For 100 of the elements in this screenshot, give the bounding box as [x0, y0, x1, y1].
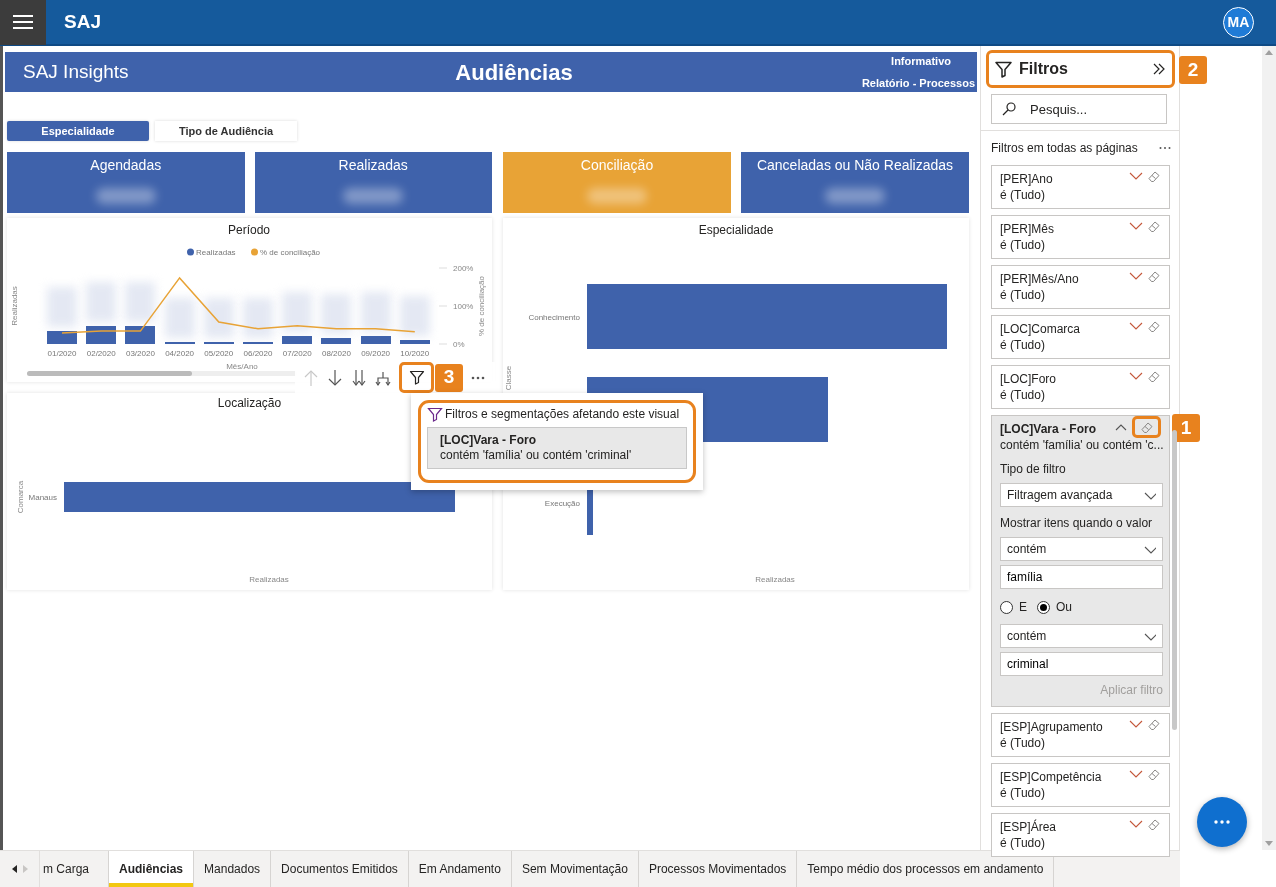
legend-item[interactable]: Realizadas	[187, 248, 236, 257]
filter-title: [ESP]Competência	[1000, 769, 1103, 785]
filter-title: [ESP]Agrupamento	[1000, 719, 1104, 735]
report-link[interactable]: Relatório - Processos	[861, 75, 975, 92]
axis-label: 09/2020	[361, 349, 391, 358]
dropdown[interactable]: contém	[1000, 624, 1163, 648]
filter-card[interactable]: [LOC]Foro é (Tudo)	[991, 365, 1170, 409]
filter-card[interactable]: [LOC]Vara - Foro contém 'família' ou contém 'c... Tipo de filtro Filtragem avançada Mostrar itens quando o valor contém família E Ou contém criminal Aplicar filtro	[991, 415, 1170, 707]
axis-title: Realizadas	[755, 575, 795, 584]
collapse-pane-button[interactable]	[1152, 62, 1166, 76]
legend-item[interactable]: % de conciliação	[251, 248, 321, 257]
kpi-label: Realizadas	[338, 156, 408, 175]
axis-label: Execução	[544, 498, 580, 508]
chart-title: Especialidade	[698, 223, 774, 237]
axis-label: Conhecimento	[528, 312, 580, 322]
filter-title: [LOC]Vara - Foro	[1000, 421, 1097, 437]
filter-card[interactable]: [ESP]Competência é (Tudo)	[991, 763, 1170, 807]
search-icon	[1002, 102, 1016, 116]
dropdown-value: Filtragem avançada	[1007, 487, 1113, 503]
filter-summary: contém 'família' ou contém 'criminal'	[440, 448, 633, 463]
axis-label: 05/2020	[204, 349, 234, 358]
axis-label: 06/2020	[243, 349, 273, 358]
page-tab[interactable]: Audiências	[109, 851, 195, 887]
pane-title: Filtros	[1019, 59, 1068, 79]
axis-label: 0%	[453, 340, 465, 349]
filter-summary: é (Tudo)	[1000, 387, 1046, 403]
axis-label: 02/2020	[86, 349, 116, 358]
axis-title: Comarca	[16, 480, 25, 514]
filter-title: [PER]Mês	[1000, 221, 1055, 237]
kpi-label: Conciliação	[580, 156, 654, 175]
menu-button[interactable]	[0, 0, 46, 45]
filter-card[interactable]: [ESP]Agrupamento é (Tudo)	[991, 713, 1170, 757]
axis-label: 10/2020	[400, 349, 430, 358]
input-field[interactable]: família	[1000, 565, 1163, 589]
more-options-icon[interactable]	[1159, 146, 1171, 150]
filter-summary: é (Tudo)	[1000, 337, 1046, 353]
filter-summary: é (Tudo)	[1000, 735, 1046, 751]
radio-button[interactable]	[1037, 600, 1050, 614]
field-label: Mostrar itens quando o valor	[1000, 515, 1154, 531]
filter-card[interactable]: [LOC]Vara - Foro contém 'família' ou contém 'criminal'	[427, 427, 687, 469]
filter-title: [LOC]Foro	[1000, 371, 1057, 387]
expand-all-icon[interactable]	[351, 368, 367, 387]
section-label: Filtros em todas as páginas	[991, 140, 1138, 157]
user-avatar[interactable]: MA	[1223, 6, 1254, 38]
scrollbar[interactable]	[1172, 430, 1177, 730]
radio-button[interactable]	[1000, 600, 1013, 614]
axis-label: 03/2020	[125, 349, 155, 358]
scrollbar[interactable]	[1262, 46, 1276, 850]
filter-title: [ESP]Área	[1000, 819, 1058, 835]
previous-page-icon[interactable]	[11, 865, 17, 873]
filter-title: [PER]Mês/Ano	[1000, 271, 1080, 287]
dropdown[interactable]: Filtragem avançada	[1000, 483, 1163, 507]
kpi-label: Canceladas ou Não Realizadas	[756, 156, 954, 175]
filter-summary: é (Tudo)	[1000, 785, 1046, 801]
search-field[interactable]: Pesquis...	[991, 94, 1167, 124]
filter-card[interactable]: [PER]Ano é (Tudo)	[991, 165, 1170, 209]
filter-card[interactable]: [LOC]Comarca é (Tudo)	[991, 315, 1170, 359]
filter-card[interactable]: [PER]Mês é (Tudo)	[991, 215, 1170, 259]
axis-label: 07/2020	[282, 349, 312, 358]
page-tab[interactable]: m Carga	[40, 851, 109, 887]
callout-badge: 2	[1179, 56, 1207, 84]
filter-card[interactable]: [PER]Mês/Ano é (Tudo)	[991, 265, 1170, 309]
filter-icon	[427, 406, 443, 422]
filter-summary: é (Tudo)	[1000, 287, 1046, 303]
filter-title: [LOC]Vara - Foro	[440, 433, 537, 448]
axis-label: 01/2020	[47, 349, 77, 358]
axis-label: 04/2020	[165, 349, 195, 358]
radio-label: Ou	[1056, 599, 1073, 615]
filter-summary: é (Tudo)	[1000, 237, 1046, 253]
filter-summary: contém 'família' ou contém 'c...	[1000, 437, 1165, 453]
app-title: SAJ	[64, 9, 101, 34]
callout-badge: 3	[435, 363, 463, 392]
axis-label: 08/2020	[321, 349, 351, 358]
axis-title: Realizadas	[10, 286, 19, 326]
more-options-icon[interactable]	[471, 374, 485, 381]
scroll-down-icon[interactable]	[1265, 841, 1273, 846]
field-label: Tipo de filtro	[1000, 461, 1067, 477]
dropdown[interactable]: contém	[1000, 537, 1163, 561]
more-options-icon	[1214, 820, 1230, 824]
filter-title: [LOC]Comarca	[1000, 321, 1082, 337]
filter-title: [PER]Ano	[1000, 171, 1054, 187]
chart-title: Período	[228, 223, 270, 237]
toggle-button[interactable]: Especialidade	[7, 121, 149, 141]
axis-label: 100%	[453, 302, 474, 311]
popup-heading: Filtros e segmentações afetando este visual	[445, 406, 680, 423]
filter-card[interactable]: [ESP]Área é (Tudo)	[991, 813, 1170, 857]
toggle-button[interactable]: Tipo de Audiência	[155, 121, 297, 141]
scrollbar[interactable]	[27, 371, 297, 376]
drill-down-icon[interactable]	[327, 368, 343, 387]
axis-title: Mês/Ano	[226, 362, 258, 371]
report-brand: SAJ Insights	[23, 59, 130, 84]
more-actions-button[interactable]	[1197, 797, 1247, 847]
callout-badge: 1	[1172, 414, 1200, 442]
input-field[interactable]: criminal	[1000, 652, 1163, 676]
scroll-up-icon[interactable]	[1265, 50, 1273, 55]
axis-label: 200%	[453, 264, 474, 273]
filter-summary: é (Tudo)	[1000, 835, 1046, 851]
filter-icon[interactable]	[408, 368, 425, 387]
menu-icon	[13, 14, 33, 30]
report-link[interactable]: Informativo	[891, 52, 951, 69]
